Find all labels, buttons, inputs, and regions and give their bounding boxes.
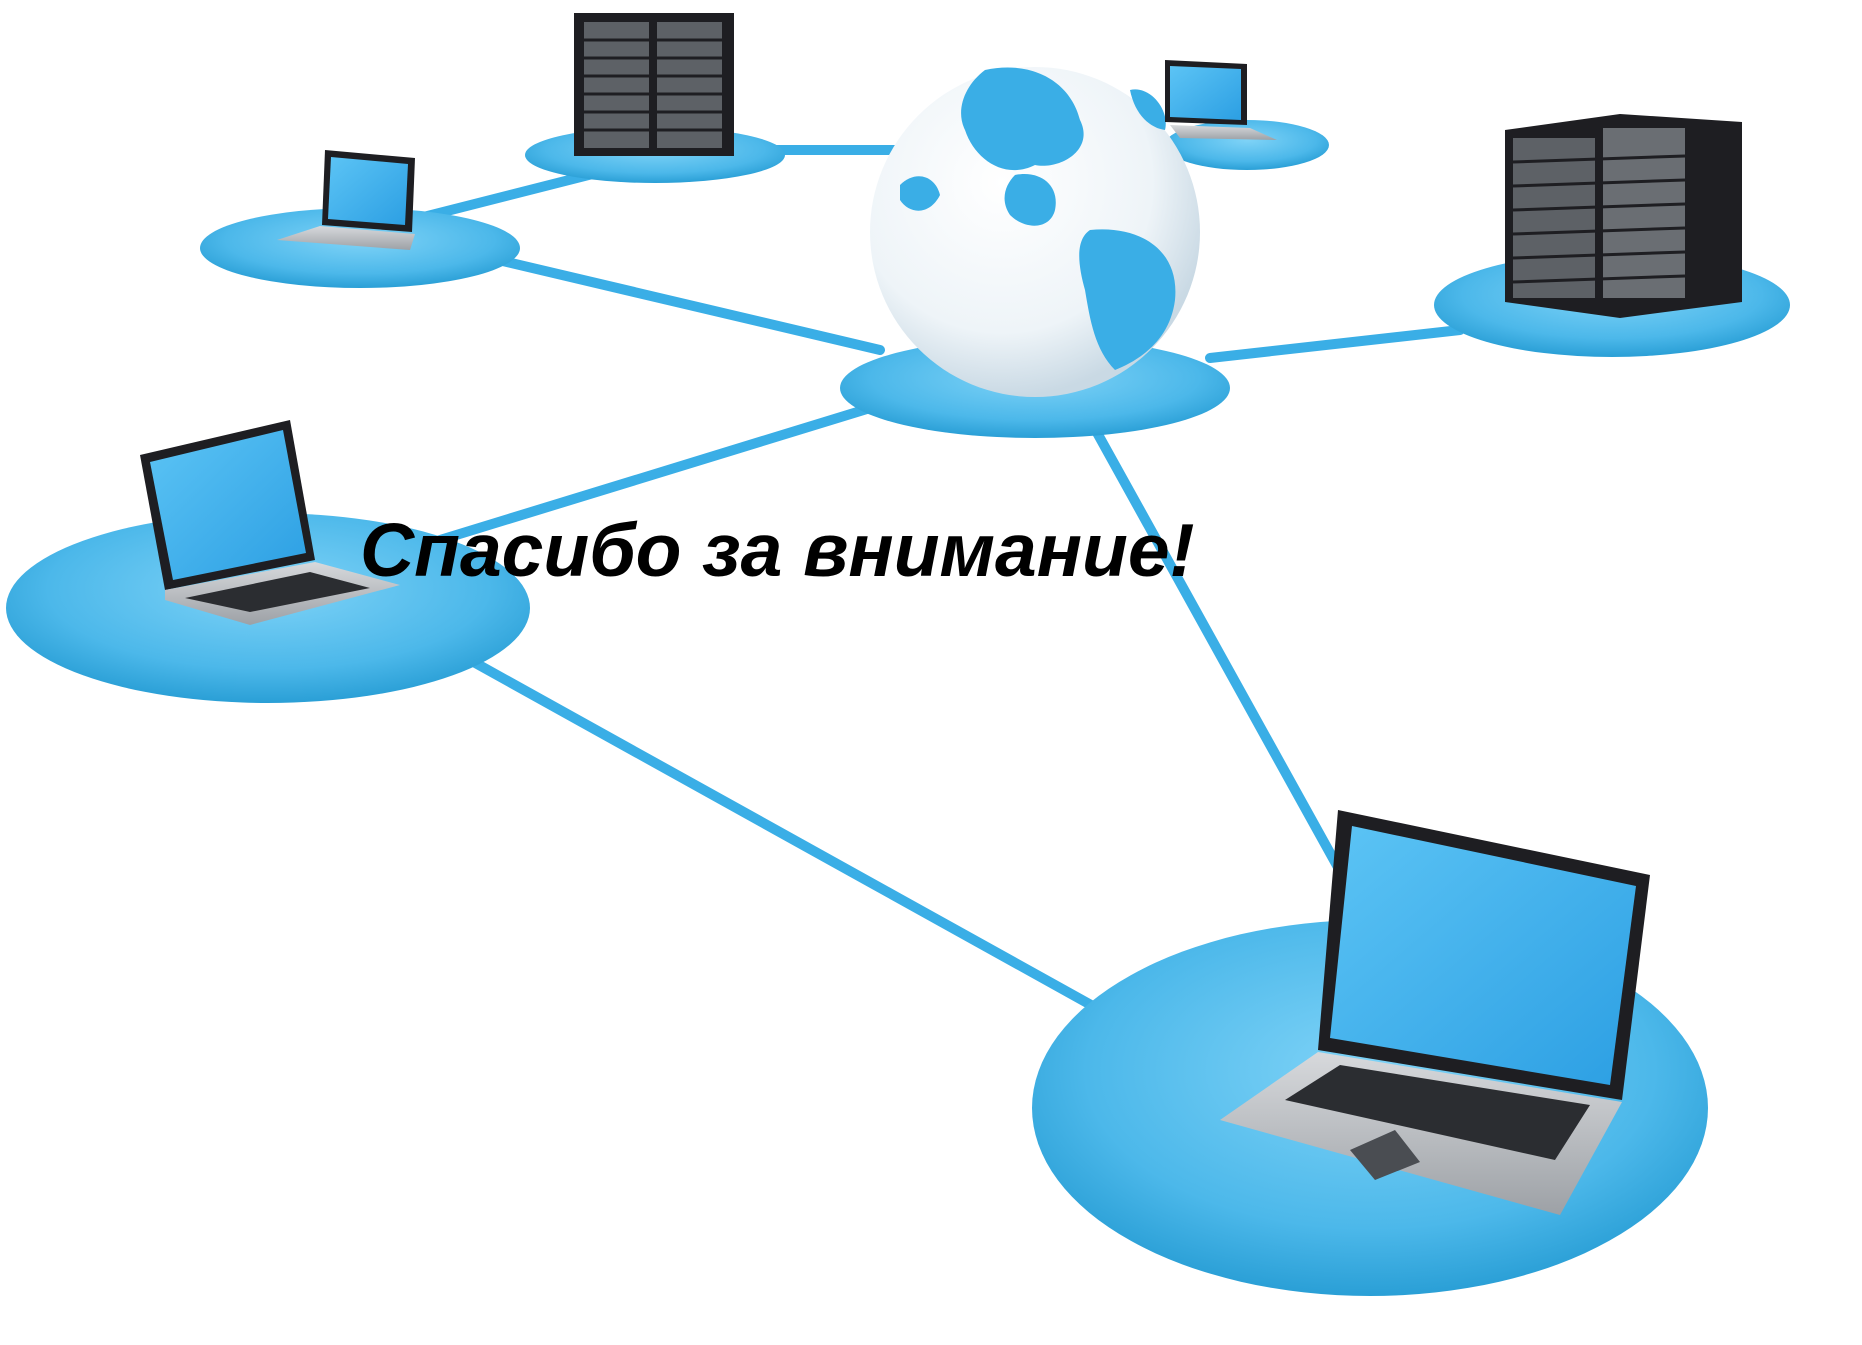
cable-line [465, 655, 1105, 1015]
cable-line [485, 253, 885, 355]
laptop-icon [277, 150, 415, 250]
cable-line [1085, 415, 1350, 885]
server-rack-icon [1505, 114, 1742, 318]
server-rack-icon [574, 13, 734, 156]
cable-line [1205, 325, 1465, 363]
network-illustration [6, 13, 1790, 1296]
globe-icon [870, 67, 1200, 397]
slide-title: Спасибо за внимание! [360, 508, 1195, 592]
